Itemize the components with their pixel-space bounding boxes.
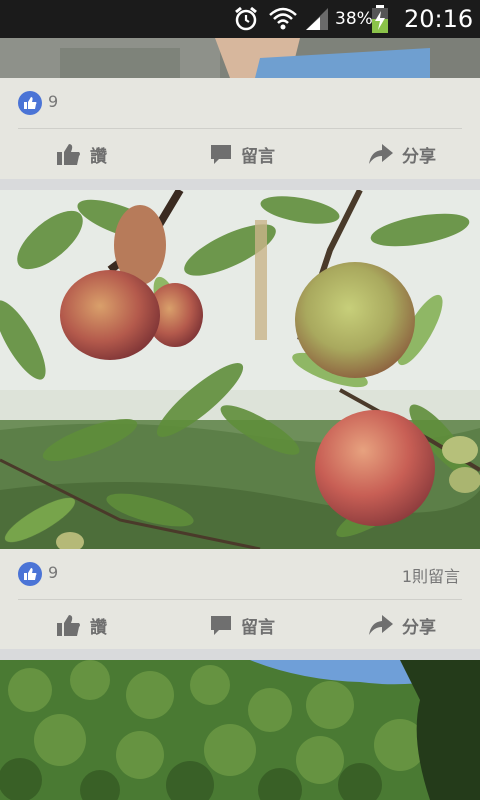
comment-icon (211, 145, 231, 164)
post-actions: 讚 留言 分享 (0, 129, 480, 179)
like-badge-icon (18, 562, 42, 586)
like-button[interactable]: 讚 (56, 129, 107, 179)
clock: 20:16 (404, 5, 474, 33)
post-card: 9 讚 留言 分享 (0, 78, 480, 179)
thumbs-up-icon (57, 144, 80, 165)
share-label: 分享 (402, 146, 436, 167)
comment-button[interactable]: 留言 (209, 129, 275, 179)
post-photo[interactable] (0, 38, 480, 78)
like-label: 讚 (90, 617, 107, 638)
status-bar: 38% 20:16 (0, 0, 480, 38)
like-badge-icon (18, 91, 42, 115)
wifi-icon (268, 0, 298, 38)
like-count[interactable]: 9 (48, 563, 58, 582)
post-actions: 讚 留言 分享 (0, 600, 480, 650)
thumbs-up-icon (57, 615, 80, 636)
share-label: 分享 (402, 617, 436, 638)
like-count[interactable]: 9 (48, 92, 58, 111)
share-button[interactable]: 分享 (368, 129, 436, 179)
comment-icon (211, 616, 231, 635)
like-label: 讚 (90, 146, 107, 167)
post-photo[interactable] (0, 190, 480, 549)
post-photo[interactable] (0, 660, 480, 800)
comment-label: 留言 (241, 617, 275, 638)
alarm-icon (232, 0, 260, 38)
signal-icon (304, 0, 330, 38)
share-button[interactable]: 分享 (368, 600, 436, 650)
post-card: 9 1則留言 讚 留言 分享 (0, 549, 480, 649)
like-button[interactable]: 讚 (56, 600, 107, 650)
share-icon (369, 144, 393, 164)
battery-charging-icon (371, 0, 389, 38)
comment-label: 留言 (241, 146, 275, 167)
comment-count[interactable]: 1則留言 (402, 563, 460, 587)
post-stats: 9 1則留言 (0, 549, 480, 599)
comment-button[interactable]: 留言 (209, 600, 275, 650)
share-icon (369, 615, 393, 635)
battery-percent: 38% (335, 9, 373, 29)
post-stats: 9 (0, 78, 480, 128)
